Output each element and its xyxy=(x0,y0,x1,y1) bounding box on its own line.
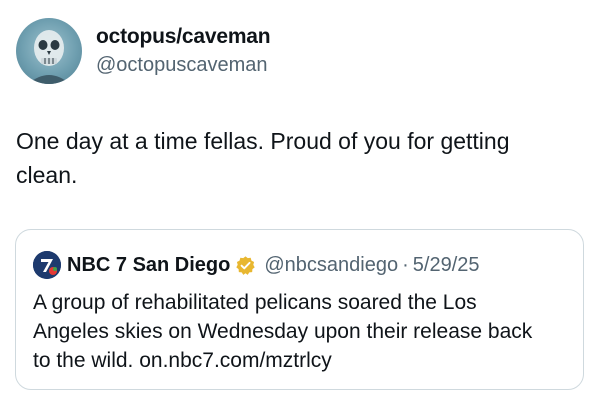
author-handle[interactable]: @octopuscaveman xyxy=(96,54,268,77)
avatar[interactable] xyxy=(16,18,82,84)
skull-portrait-icon xyxy=(28,30,70,84)
quoted-tweet-card[interactable]: NBC 7 San Diego @nbcsandiego · 5/29/25 A… xyxy=(15,229,584,390)
quoted-tweet-date[interactable]: 5/29/25 xyxy=(413,254,480,277)
quoted-tweet-text: A group of rehabilitated pelicans soared… xyxy=(33,291,533,372)
tweet-text: One day at a time fellas. Proud of you f… xyxy=(16,128,510,188)
author-name[interactable]: octopus/caveman xyxy=(96,25,271,49)
quoted-tweet-header: NBC 7 San Diego @nbcsandiego · 5/29/25 xyxy=(33,250,480,280)
nbc7-logo-icon[interactable] xyxy=(33,251,61,279)
quoted-author-handle[interactable]: @nbcsandiego xyxy=(264,254,398,277)
separator-dot: · xyxy=(402,253,409,276)
quoted-author-name[interactable]: NBC 7 San Diego xyxy=(67,254,230,277)
verified-badge-icon xyxy=(235,255,256,276)
